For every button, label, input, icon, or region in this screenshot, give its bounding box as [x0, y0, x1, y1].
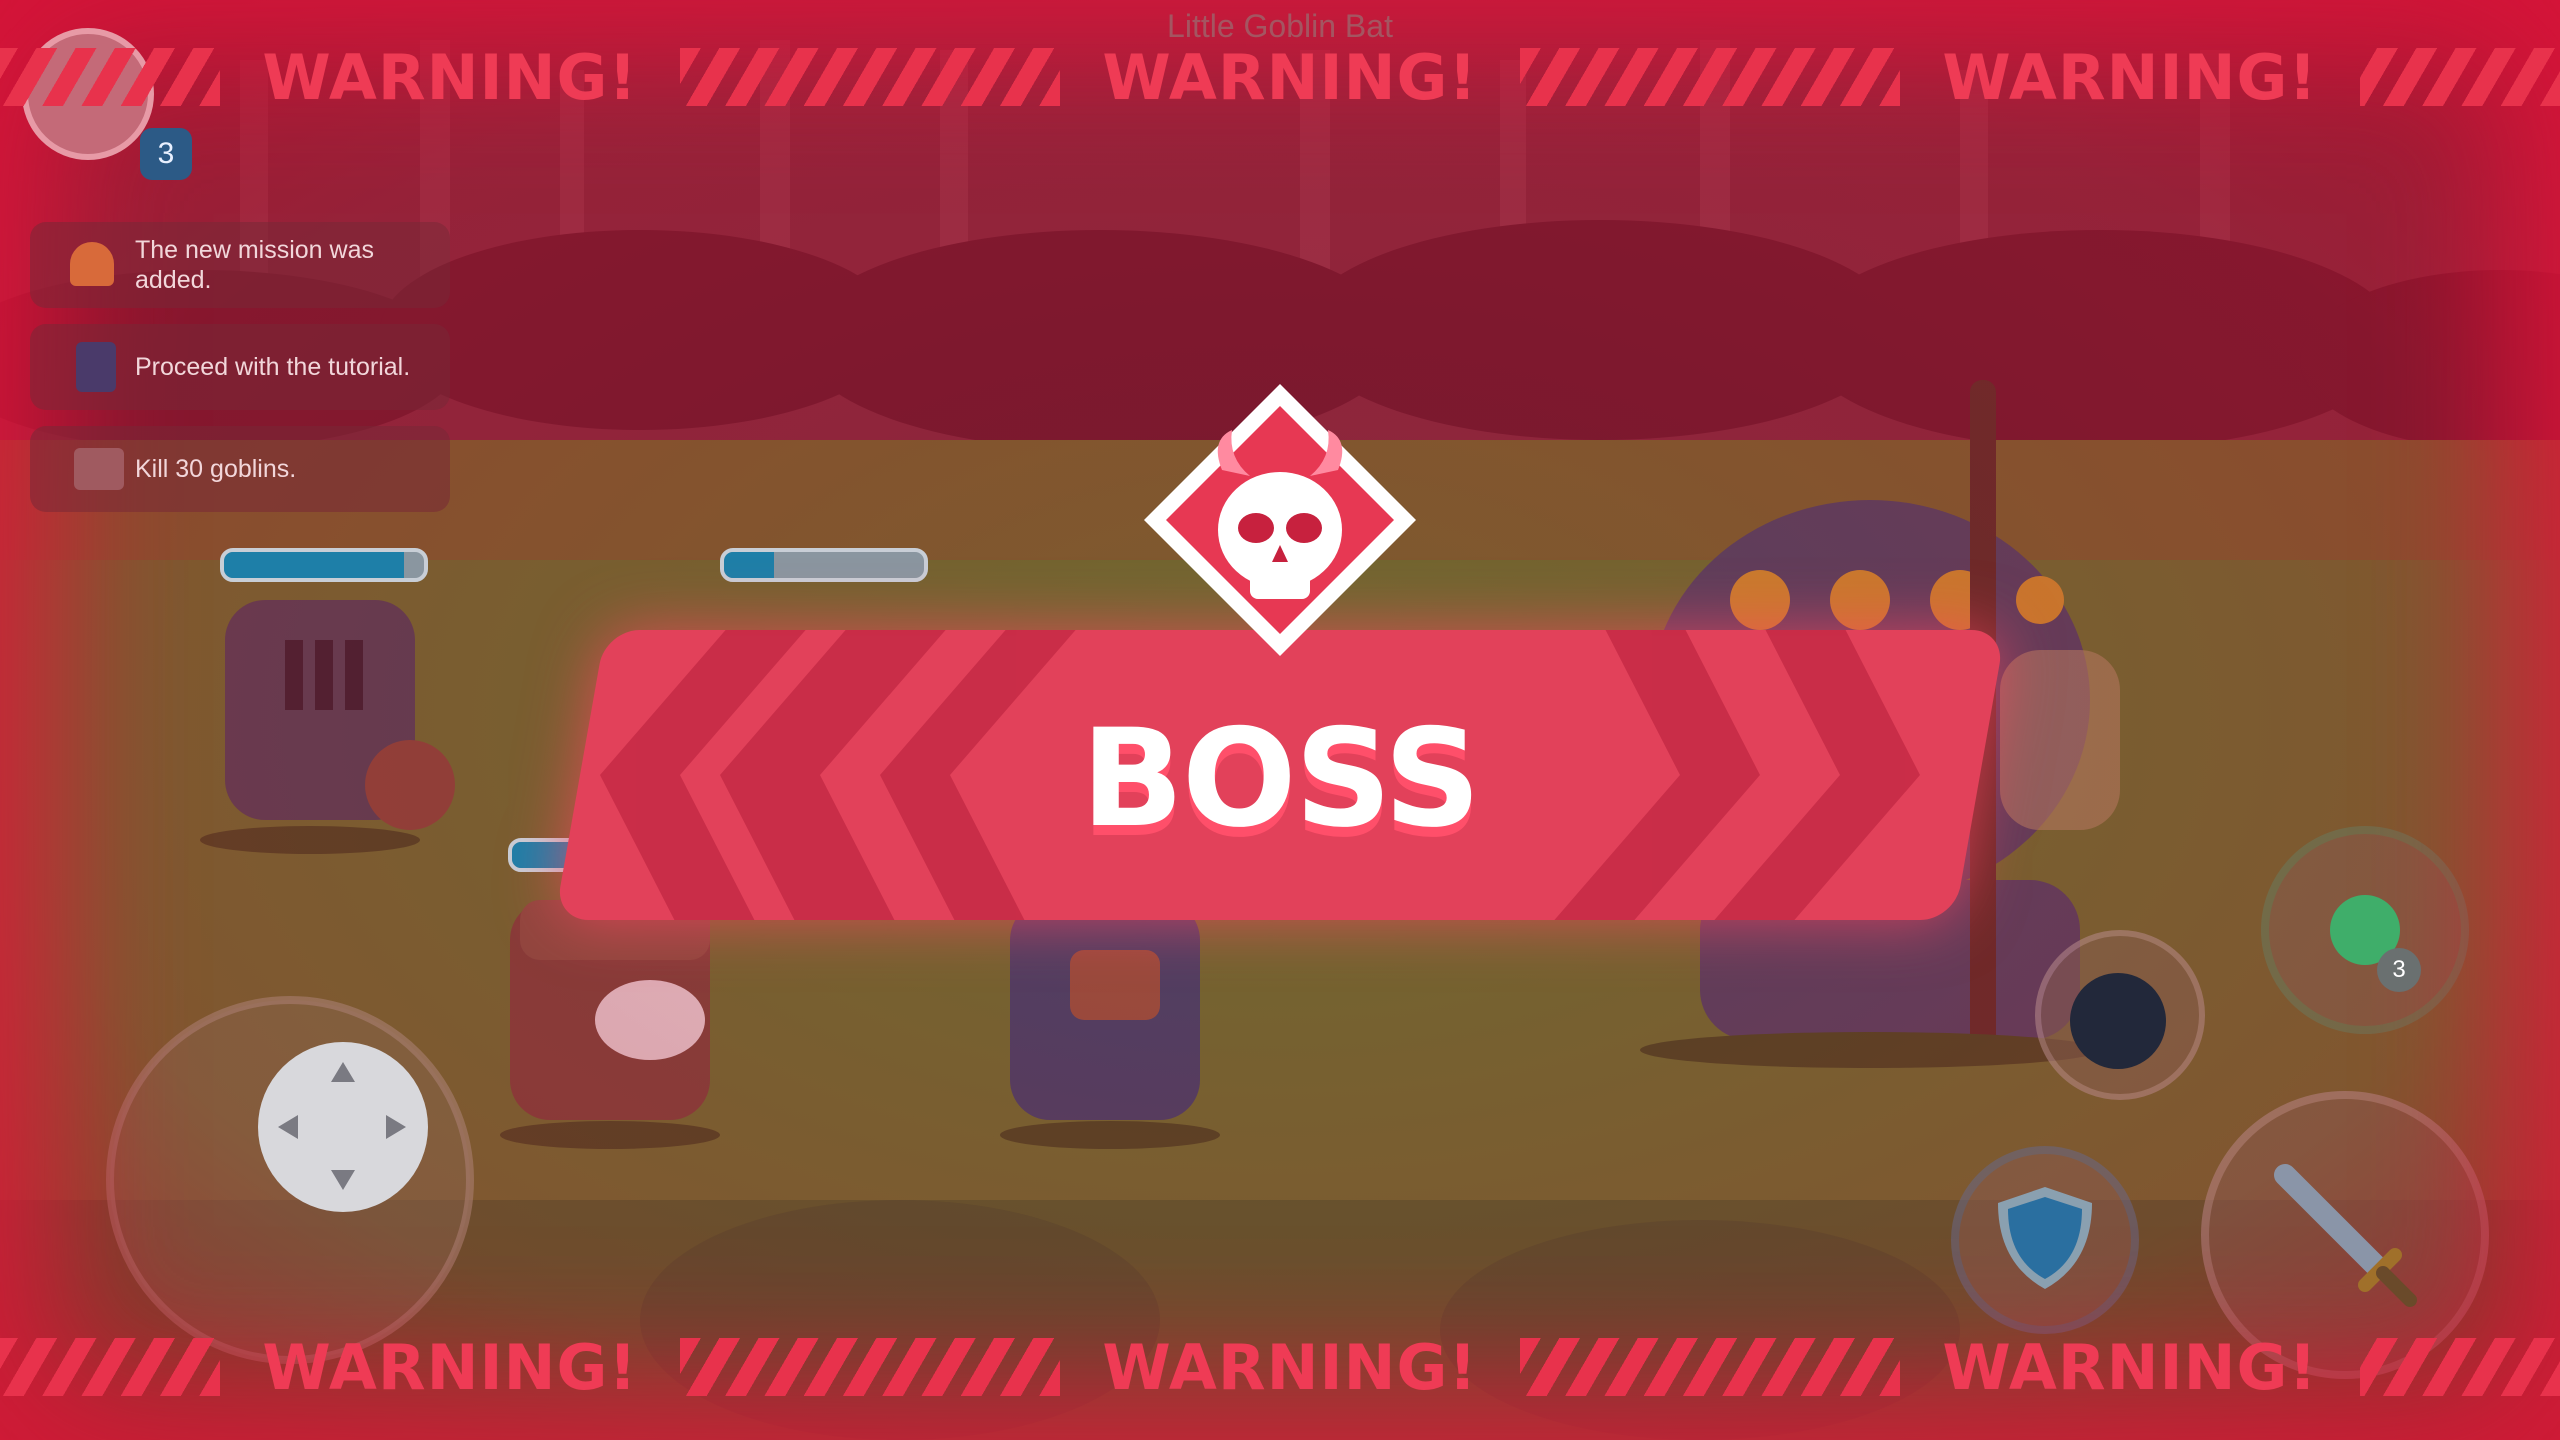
book-icon [76, 342, 116, 392]
warning-bar-top: WARNING! WARNING! WARNING! [0, 22, 2560, 132]
hazard-stripes [1520, 1338, 1900, 1396]
hazard-stripes [0, 1338, 220, 1396]
archer-ally [500, 900, 720, 1149]
notification-kill-goblins[interactable]: Kill 30 goblins. [30, 426, 450, 512]
notification-text: Kill 30 goblins. [135, 455, 297, 483]
warning-text: WARNING! [262, 1330, 638, 1404]
dpad-down-icon [331, 1170, 355, 1190]
warning-text: WARNING! [1102, 1330, 1478, 1404]
boss-title: BOSS [1080, 700, 1481, 857]
dpad-up-icon [331, 1062, 355, 1082]
scroll-icon [74, 448, 124, 490]
shield-icon [1998, 1187, 2092, 1289]
hazard-stripes [2360, 48, 2560, 106]
hero-hp-bar [720, 548, 928, 582]
dpad-right-icon [386, 1115, 406, 1139]
dpad-left-icon [278, 1115, 298, 1139]
bomb-button[interactable] [2040, 935, 2200, 1095]
notification-mission-added[interactable]: The new mission was added. [30, 222, 450, 308]
knight-hp-bar [220, 548, 428, 582]
hazard-stripes [680, 48, 1060, 106]
notification-text: The new mission was added. [135, 236, 374, 294]
potion-button[interactable]: 3 [2275, 840, 2455, 1020]
hazard-stripes [0, 48, 220, 106]
skull-icon [1140, 380, 1420, 660]
notification-text: Proceed with the tutorial. [135, 353, 411, 381]
hazard-stripes [1520, 48, 1900, 106]
attack-button[interactable] [2205, 1095, 2485, 1375]
warning-text: WARNING! [262, 40, 638, 114]
warning-text: WARNING! [1102, 40, 1478, 114]
sword-icon [2274, 1164, 2417, 1307]
bell-icon [70, 242, 114, 286]
shield-button[interactable] [1960, 1155, 2130, 1325]
warning-bar-bottom: WARNING! WARNING! WARNING! [0, 1312, 2560, 1422]
notification-tutorial[interactable]: Proceed with the tutorial. [30, 324, 450, 410]
hazard-stripes [680, 1338, 1060, 1396]
potion-count-badge: 3 [2377, 948, 2421, 992]
joystick-knob[interactable] [258, 1042, 428, 1212]
bomb-icon [2070, 973, 2166, 1069]
warning-text: WARNING! [1942, 40, 2318, 114]
player-level-badge: 3 [140, 128, 192, 180]
